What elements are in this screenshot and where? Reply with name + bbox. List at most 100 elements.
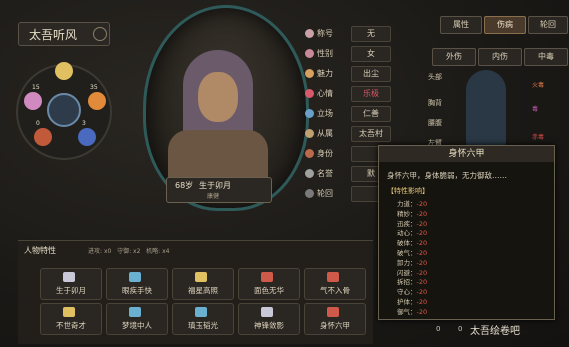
effect-name: 御气 — [397, 307, 410, 316]
info-row-icon — [305, 189, 314, 198]
trait-item[interactable]: 面色无华 — [238, 268, 300, 300]
character-health: 康健 — [207, 193, 220, 200]
effect-name: 精妙 — [397, 209, 410, 218]
trait-icon — [63, 272, 75, 282]
trait-item[interactable]: 身怀六甲 — [304, 303, 366, 335]
info-row: 称号 无 — [305, 26, 405, 42]
trait-name: 面色无华 — [254, 286, 284, 295]
trait-icon — [129, 272, 141, 282]
tooltip-section: 【特性影响】 — [387, 187, 429, 195]
effect-value: -20 — [416, 288, 428, 297]
character-age: 68岁 — [175, 181, 194, 190]
wheel-bottom-left-icon[interactable] — [34, 128, 52, 146]
trait-name: 气不入骨 — [320, 286, 350, 295]
tooltip-effect-line: 精妙：-20 — [397, 209, 428, 218]
wheel-value-bottom-right: 3 — [82, 120, 86, 127]
tab-attributes[interactable]: 属性 — [440, 16, 482, 34]
character-name-tag: 太吾听风 — [18, 22, 110, 46]
effect-value: -20 — [416, 229, 428, 238]
trait-item[interactable]: 不世奇才 — [40, 303, 102, 335]
subtab-poison[interactable]: 中毒 — [524, 48, 568, 66]
age-tag: 68岁 生于卯月 康健 — [166, 177, 272, 203]
trait-icon — [327, 307, 339, 317]
bottom-value-2: 0 — [458, 325, 463, 333]
wheel-left-icon[interactable] — [24, 92, 42, 110]
wheel-bottom-right-icon[interactable] — [78, 128, 96, 146]
info-row-value[interactable]: 太吾村 — [351, 126, 391, 142]
effect-name: 守心 — [397, 288, 410, 297]
info-row-icon — [305, 149, 314, 158]
trait-item[interactable]: 梦境中人 — [106, 303, 168, 335]
subtab-external[interactable]: 外伤 — [432, 48, 476, 66]
info-row: 立场 仁善 — [305, 106, 405, 122]
tooltip-effect-line: 动心：-20 — [397, 229, 428, 238]
body-diagram — [466, 70, 506, 150]
wheel-center-icon[interactable] — [47, 93, 81, 127]
effect-name: 卸力 — [397, 258, 410, 267]
trait-item[interactable]: 瑱玉韬光 — [172, 303, 234, 335]
tooltip-effect-line: 破气：-20 — [397, 249, 428, 257]
tooltip-effect-line: 护体：-20 — [397, 298, 428, 306]
trait-name: 身怀六甲 — [320, 321, 350, 330]
limb-chest-label: 胸背 — [428, 99, 442, 107]
trait-name: 眼疾手快 — [122, 286, 152, 295]
info-row-label: 立场 — [317, 109, 333, 118]
info-row: 心情 乐极 — [305, 86, 405, 102]
trait-item[interactable]: 福星高照 — [172, 268, 234, 300]
wheel-value-left: 15 — [32, 84, 40, 91]
info-row-value[interactable]: 乐极 — [351, 86, 391, 102]
trait-item[interactable]: 气不入骨 — [304, 268, 366, 300]
effect-value: -20 — [416, 249, 428, 257]
watermark: 太吾绘卷吧 — [470, 326, 520, 337]
effect-value: -20 — [416, 268, 428, 277]
info-row-icon — [305, 109, 314, 118]
subtab-internal[interactable]: 内伤 — [478, 48, 522, 66]
trait-item[interactable]: 眼疾手快 — [106, 268, 168, 300]
info-row-label: 心情 — [317, 89, 333, 98]
portrait-face — [198, 72, 238, 122]
trait-name: 瑱玉韬光 — [188, 321, 218, 330]
wheel-value-bottom-left: 0 — [36, 120, 40, 127]
info-row-value[interactable]: 无 — [351, 26, 391, 42]
info-row-value[interactable]: 出尘 — [351, 66, 391, 82]
tooltip-effect-line: 力道：-20 — [397, 200, 428, 208]
trait-name: 生于卯月 — [56, 286, 86, 295]
effect-value: -20 — [416, 239, 428, 248]
effect-name: 闪避 — [397, 268, 410, 277]
tooltip-effect-line: 卸力：-20 — [397, 258, 428, 267]
wheel-top-icon[interactable] — [55, 62, 73, 80]
trait-icon — [63, 307, 75, 317]
info-row-icon — [305, 129, 314, 138]
effect-value: -20 — [416, 298, 428, 306]
info-row-label: 轮回 — [317, 189, 333, 198]
tooltip-title: 身怀六甲 — [379, 146, 554, 162]
effect-value: -20 — [416, 278, 428, 287]
info-row-label: 魅力 — [317, 69, 333, 78]
wheel-right-icon[interactable] — [88, 92, 106, 110]
effect-name: 护体 — [397, 298, 410, 306]
effect-value: -20 — [416, 219, 428, 228]
info-row-value[interactable]: 女 — [351, 46, 391, 62]
tooltip-effect-line: 迅疾：-20 — [397, 219, 428, 228]
limb-waist-label: 腰腹 — [428, 119, 442, 127]
info-row-icon — [305, 49, 314, 58]
bottom-value-1: 0 — [436, 325, 441, 333]
tab-injuries[interactable]: 伤病 — [484, 16, 526, 34]
trait-tooltip: 身怀六甲 身怀六甲，身体脆弱，无力御敌…… 【特性影响】 力道：-20 精妙：-2… — [378, 145, 555, 320]
effect-name: 力道 — [397, 200, 410, 208]
trait-item[interactable]: 生于卯月 — [40, 268, 102, 300]
info-row-value[interactable]: 仁善 — [351, 106, 391, 122]
character-name: 太吾听风 — [29, 28, 78, 42]
wheel-value-right: 35 — [90, 84, 98, 91]
tooltip-effect-line: 破体：-20 — [397, 239, 428, 248]
info-row-icon — [305, 89, 314, 98]
trait-icon — [261, 272, 273, 282]
trait-item[interactable]: 神锋敛影 — [238, 303, 300, 335]
tab-reincarnation[interactable]: 轮回 — [528, 16, 568, 34]
trait-icon — [261, 307, 273, 317]
effect-value: -20 — [416, 209, 428, 218]
name-swirl-icon[interactable] — [93, 27, 107, 41]
trait-icon — [129, 307, 141, 317]
trait-icon — [195, 307, 207, 317]
trait-name: 不世奇才 — [56, 321, 86, 330]
